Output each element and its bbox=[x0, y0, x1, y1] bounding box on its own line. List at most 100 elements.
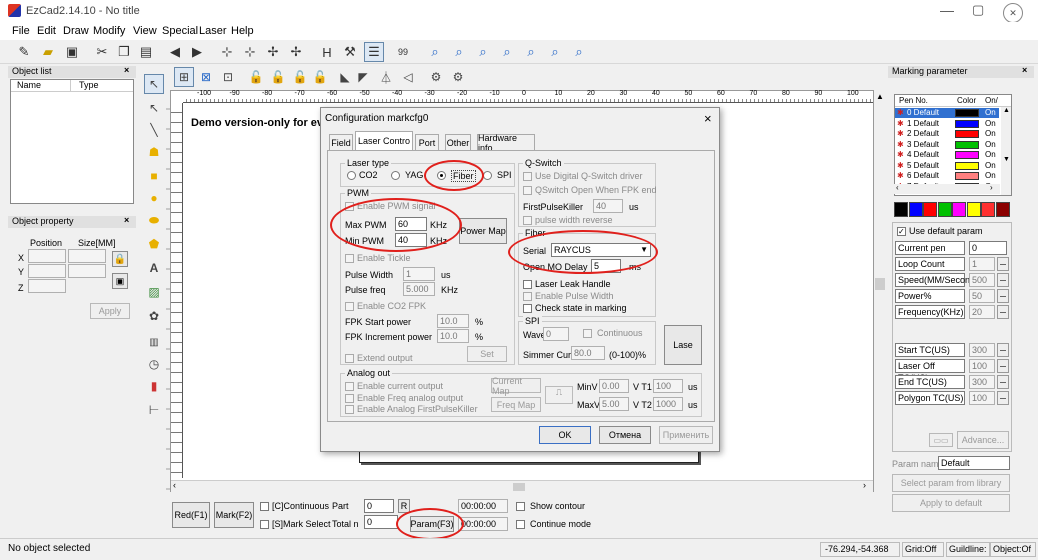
tab-port[interactable]: Port bbox=[415, 134, 439, 150]
freq-map-button[interactable]: Freq Map bbox=[491, 397, 541, 412]
check-state-checkbox[interactable] bbox=[523, 304, 532, 313]
speed-input[interactable]: 500 bbox=[969, 273, 995, 287]
t2-input[interactable]: 1000 bbox=[653, 397, 683, 411]
pan-icon[interactable]: ⌕ bbox=[569, 42, 589, 62]
menu-modify[interactable]: Modify bbox=[93, 25, 125, 37]
lock3-icon[interactable]: 🔓 bbox=[290, 67, 310, 87]
lock-ratio-icon[interactable]: 🔒 bbox=[112, 251, 128, 267]
x-size-input[interactable] bbox=[68, 249, 106, 263]
current-pen-input[interactable]: 0 bbox=[969, 241, 1007, 255]
laser-leak-checkbox[interactable] bbox=[523, 280, 532, 289]
maximize-button[interactable]: ▢ bbox=[972, 2, 984, 18]
laser-off-tc-spinner[interactable] bbox=[997, 359, 1009, 373]
ok-button[interactable]: OK bbox=[539, 426, 591, 444]
object-list-table[interactable]: Name Type bbox=[10, 79, 134, 204]
mark-select-checkbox[interactable] bbox=[260, 520, 269, 529]
arrange2-icon[interactable]: ◤ bbox=[353, 67, 373, 87]
node-delete-icon[interactable]: ✢ bbox=[263, 42, 283, 62]
pen-row[interactable]: ✱ 1 Default On bbox=[895, 119, 1011, 129]
vscroll-thumb[interactable] bbox=[875, 278, 885, 290]
arrange-icon[interactable]: ◣ bbox=[335, 67, 355, 87]
undo-icon[interactable]: ◀ bbox=[165, 42, 185, 62]
lase-button[interactable]: Lase bbox=[664, 325, 702, 365]
scroll-up-icon[interactable]: ▲ bbox=[876, 92, 884, 101]
zoom-page-icon[interactable]: ⌕ bbox=[545, 42, 565, 62]
continuous-spi-checkbox[interactable] bbox=[583, 329, 592, 338]
polygon-icon[interactable]: ⬟ bbox=[144, 234, 164, 254]
mirror2-icon[interactable]: ◁ bbox=[398, 67, 418, 87]
list-icon[interactable]: ☰ bbox=[364, 42, 384, 62]
polygon-tc-input[interactable]: 100 bbox=[969, 391, 995, 405]
node-edit-icon[interactable]: ⊹ bbox=[217, 42, 237, 62]
menu-special[interactable]: Special bbox=[162, 25, 198, 37]
pen-row[interactable]: ✱ 5 Default On bbox=[895, 161, 1011, 171]
canvas-hscroll[interactable]: ‹ › bbox=[171, 480, 873, 492]
radio-yag[interactable] bbox=[391, 171, 400, 180]
radio-spi[interactable] bbox=[483, 171, 492, 180]
param-name-input[interactable]: Default bbox=[938, 456, 1010, 470]
palette-swatch[interactable] bbox=[952, 202, 966, 217]
show-contour-checkbox[interactable] bbox=[516, 502, 525, 511]
pen-table-vscroll[interactable]: ▲ ▼ bbox=[1001, 107, 1011, 195]
status-grid[interactable]: Grid:Off bbox=[902, 542, 944, 557]
tab-field[interactable]: Field bbox=[329, 134, 353, 150]
enable-freq-checkbox[interactable] bbox=[345, 394, 354, 403]
t1-input[interactable]: 100 bbox=[653, 379, 683, 393]
extend-output-checkbox[interactable] bbox=[345, 354, 354, 363]
loop-count-spinner[interactable] bbox=[997, 257, 1009, 271]
polygon-tc-spinner[interactable] bbox=[997, 391, 1009, 405]
palette-swatch[interactable] bbox=[937, 202, 952, 217]
use-default-param-checkbox[interactable]: ✓ bbox=[897, 227, 906, 236]
enable-co2-fpk-checkbox[interactable] bbox=[345, 302, 354, 311]
qswitch-open-checkbox[interactable] bbox=[523, 186, 532, 195]
enable-analog-fpk-checkbox[interactable] bbox=[345, 405, 354, 414]
save-icon[interactable]: ▣ bbox=[62, 42, 82, 62]
scroll-right-icon[interactable]: › bbox=[863, 480, 866, 490]
simmer-input[interactable]: 80.0 bbox=[571, 346, 605, 360]
y-size-input[interactable] bbox=[68, 264, 106, 278]
enable-pulse-width-checkbox[interactable] bbox=[523, 292, 532, 301]
node-break-icon[interactable]: ✢ bbox=[286, 42, 306, 62]
circle-icon[interactable]: ● bbox=[144, 188, 164, 208]
speed-spinner[interactable] bbox=[997, 273, 1009, 287]
gear2-icon[interactable]: ⚙ bbox=[448, 67, 468, 87]
select-all-icon[interactable]: ⊞ bbox=[174, 67, 194, 87]
cancel-button[interactable]: Отмена bbox=[599, 426, 651, 444]
vector-icon[interactable]: ✿ bbox=[144, 306, 164, 326]
total-input[interactable]: 0 bbox=[364, 515, 398, 529]
part-input[interactable]: 0 bbox=[364, 499, 394, 513]
power-map-button[interactable]: Power Map bbox=[459, 218, 507, 244]
ellipse-icon[interactable]: ⬬ bbox=[144, 210, 164, 230]
pulse-width-input[interactable]: 1 bbox=[403, 267, 435, 281]
text-icon[interactable]: A bbox=[144, 258, 164, 278]
palette-swatch[interactable] bbox=[894, 202, 908, 217]
dialog-close-button[interactable]: × bbox=[704, 111, 712, 126]
copy-icon[interactable]: ❐ bbox=[114, 42, 134, 62]
input-port-icon[interactable]: ▮ bbox=[144, 376, 164, 396]
status-guideline[interactable]: Guildline:( bbox=[946, 542, 990, 557]
freq-spinner[interactable] bbox=[997, 305, 1009, 319]
object-list-close-button[interactable]: × bbox=[124, 65, 129, 75]
apply-property-button[interactable]: Apply bbox=[90, 303, 130, 319]
curve-icon[interactable]: ☗ bbox=[144, 142, 164, 162]
object-property-close-button[interactable]: × bbox=[124, 215, 129, 225]
z-position-input[interactable] bbox=[28, 279, 66, 293]
menu-view[interactable]: View bbox=[133, 25, 157, 37]
tab-laser-control[interactable]: Laser Contro bbox=[355, 131, 413, 150]
node-select-icon[interactable]: ↖ bbox=[144, 98, 164, 118]
menu-file[interactable]: File bbox=[12, 25, 30, 37]
palette-swatch[interactable] bbox=[923, 202, 937, 217]
pen-row[interactable]: ✱ 4 Default On bbox=[895, 150, 1011, 160]
hscroll-thumb[interactable] bbox=[513, 483, 525, 491]
col-name-header[interactable]: Name bbox=[11, 80, 71, 92]
palette-swatch[interactable] bbox=[908, 202, 923, 217]
apply-to-default-button[interactable]: Apply to default bbox=[892, 494, 1010, 512]
end-tc-input[interactable]: 300 bbox=[969, 375, 995, 389]
first-pulse-input[interactable]: 40 bbox=[593, 199, 623, 213]
use-digital-checkbox[interactable] bbox=[523, 172, 532, 181]
pen-row[interactable]: ✱ 0 Default On bbox=[895, 108, 999, 118]
barcode-icon[interactable]: ▥ bbox=[144, 332, 164, 352]
enable-tickle-checkbox[interactable] bbox=[345, 254, 354, 263]
maxv-input[interactable]: 5.00 bbox=[599, 397, 629, 411]
pen-row[interactable]: ✱ 6 Default On bbox=[895, 171, 1011, 181]
